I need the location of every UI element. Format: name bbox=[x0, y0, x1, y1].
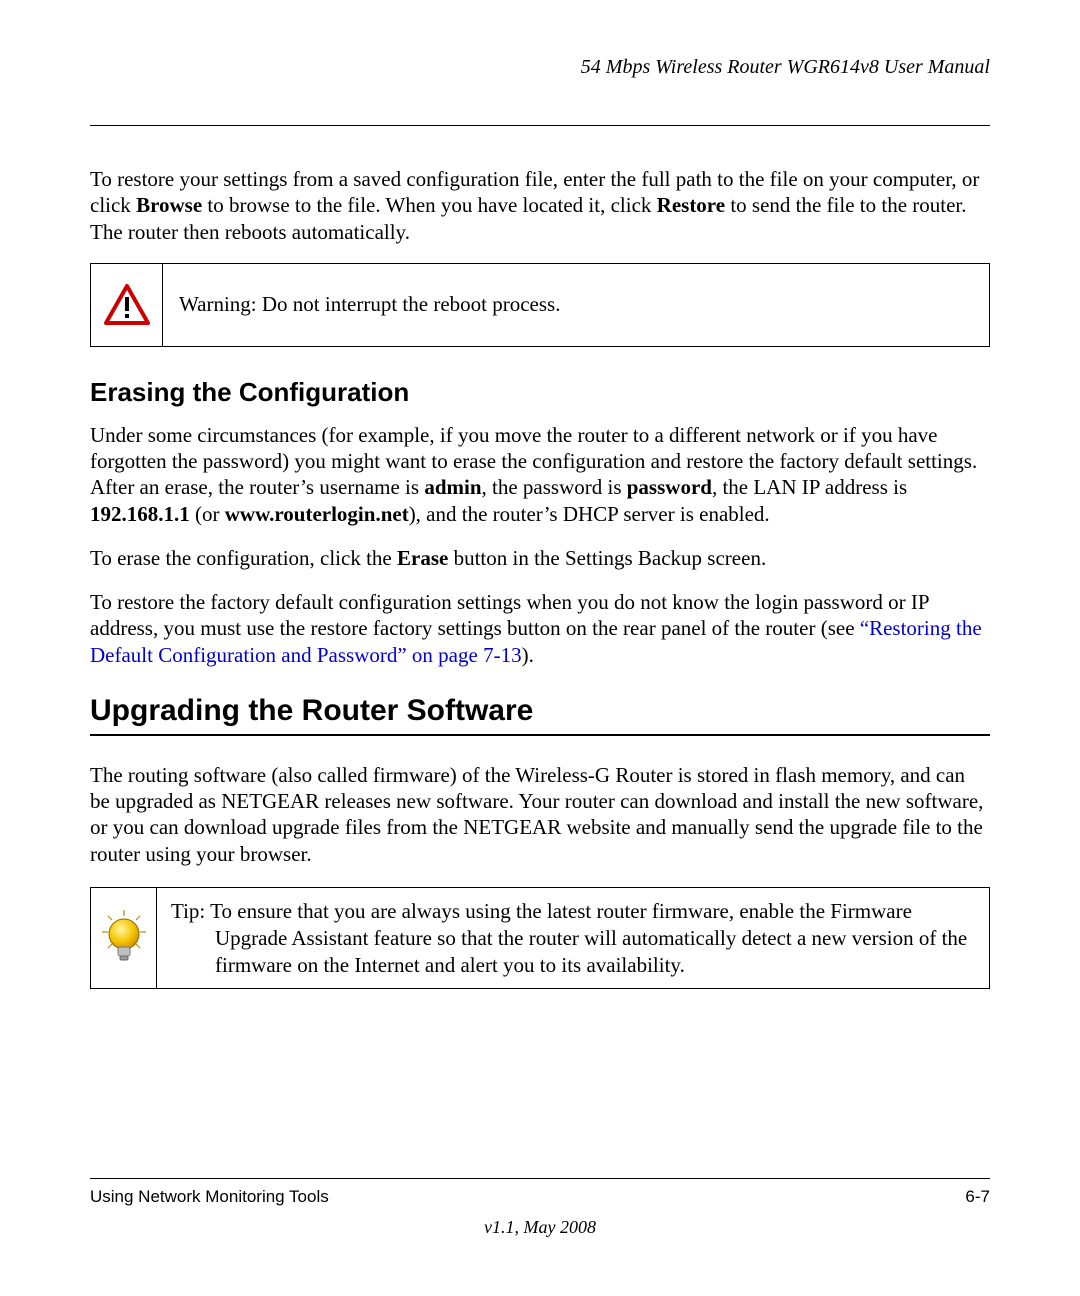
bold-ip: 192.168.1.1 bbox=[90, 502, 190, 526]
text: To ensure that you are always using the … bbox=[205, 899, 967, 977]
text: ). bbox=[522, 643, 534, 667]
tip-label: Tip: bbox=[171, 899, 205, 923]
text: (or bbox=[190, 502, 225, 526]
text: to browse to the file. When you have loc… bbox=[202, 193, 656, 217]
text: To restore the factory default configura… bbox=[90, 590, 929, 640]
text: To erase the configuration, click the bbox=[90, 546, 397, 570]
text: , the password is bbox=[482, 475, 627, 499]
bold-restore: Restore bbox=[657, 193, 725, 217]
intro-paragraph: To restore your settings from a saved co… bbox=[90, 166, 990, 245]
document-page: 54 Mbps Wireless Router WGR614v8 User Ma… bbox=[0, 0, 1080, 1296]
heading-upgrading-router-software: Upgrading the Router Software bbox=[90, 694, 990, 728]
footer-rule bbox=[90, 1178, 990, 1179]
bold-erase: Erase bbox=[397, 546, 448, 570]
page-footer: Using Network Monitoring Tools 6-7 v1.1,… bbox=[90, 1178, 990, 1238]
footer-section-title: Using Network Monitoring Tools bbox=[90, 1187, 329, 1207]
bold-password: password bbox=[627, 475, 712, 499]
text: , the LAN IP address is bbox=[712, 475, 907, 499]
tip-text: Tip: To ensure that you are always using… bbox=[157, 888, 989, 989]
erase-paragraph-2: To erase the configuration, click the Er… bbox=[90, 545, 990, 571]
footer-page-number: 6-7 bbox=[965, 1187, 990, 1207]
section-rule bbox=[90, 734, 990, 736]
erase-paragraph-1: Under some circumstances (for example, i… bbox=[90, 422, 990, 527]
warning-callout: Warning: Do not interrupt the reboot pro… bbox=[90, 263, 990, 347]
bold-admin: admin bbox=[424, 475, 481, 499]
tip-icon-cell bbox=[91, 888, 157, 989]
text: ), and the router’s DHCP server is enabl… bbox=[409, 502, 770, 526]
warning-icon-cell bbox=[91, 264, 163, 346]
tip-callout: Tip: To ensure that you are always using… bbox=[90, 887, 990, 990]
bold-url: www.routerlogin.net bbox=[225, 502, 409, 526]
text: Do not interrupt the reboot process. bbox=[257, 292, 561, 316]
warning-icon bbox=[103, 283, 151, 327]
warning-label: Warning: bbox=[179, 292, 257, 316]
lightbulb-icon bbox=[98, 908, 150, 968]
text: button in the Settings Backup screen. bbox=[448, 546, 766, 570]
bold-browse: Browse bbox=[136, 193, 202, 217]
upgrade-paragraph-1: The routing software (also called firmwa… bbox=[90, 762, 990, 867]
warning-text: Warning: Do not interrupt the reboot pro… bbox=[163, 279, 989, 330]
running-header: 54 Mbps Wireless Router WGR614v8 User Ma… bbox=[90, 56, 990, 85]
erase-paragraph-3: To restore the factory default configura… bbox=[90, 589, 990, 668]
heading-erasing-configuration: Erasing the Configuration bbox=[90, 377, 990, 408]
footer-version: v1.1, May 2008 bbox=[90, 1217, 990, 1238]
